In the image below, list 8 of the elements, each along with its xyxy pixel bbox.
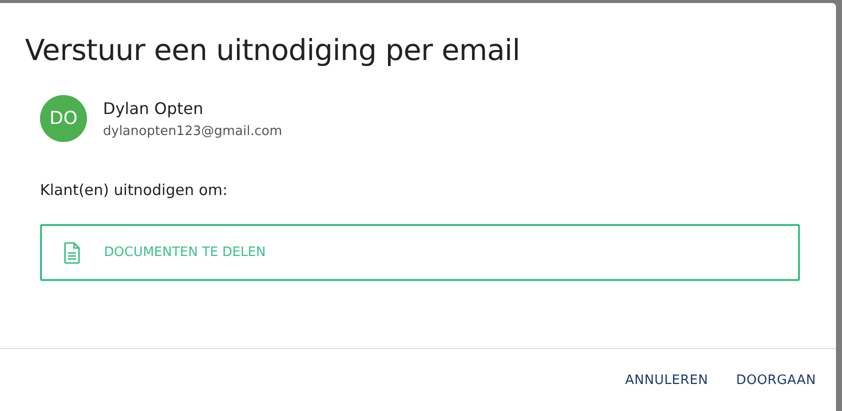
contact-name: Dylan Opten	[103, 98, 204, 118]
contact-email: dylanopten123@gmail.com	[103, 124, 282, 138]
prompt-label: Klant(en) uitnodigen om:	[40, 181, 229, 199]
avatar: DO	[40, 95, 87, 142]
document-icon	[64, 242, 80, 264]
dialog-title: Verstuur een uitnodiging per email	[25, 33, 522, 67]
dialog-button[interactable]: DOORGAAN	[726, 366, 826, 394]
dialog-button[interactable]: ANNULEREN	[615, 366, 718, 394]
